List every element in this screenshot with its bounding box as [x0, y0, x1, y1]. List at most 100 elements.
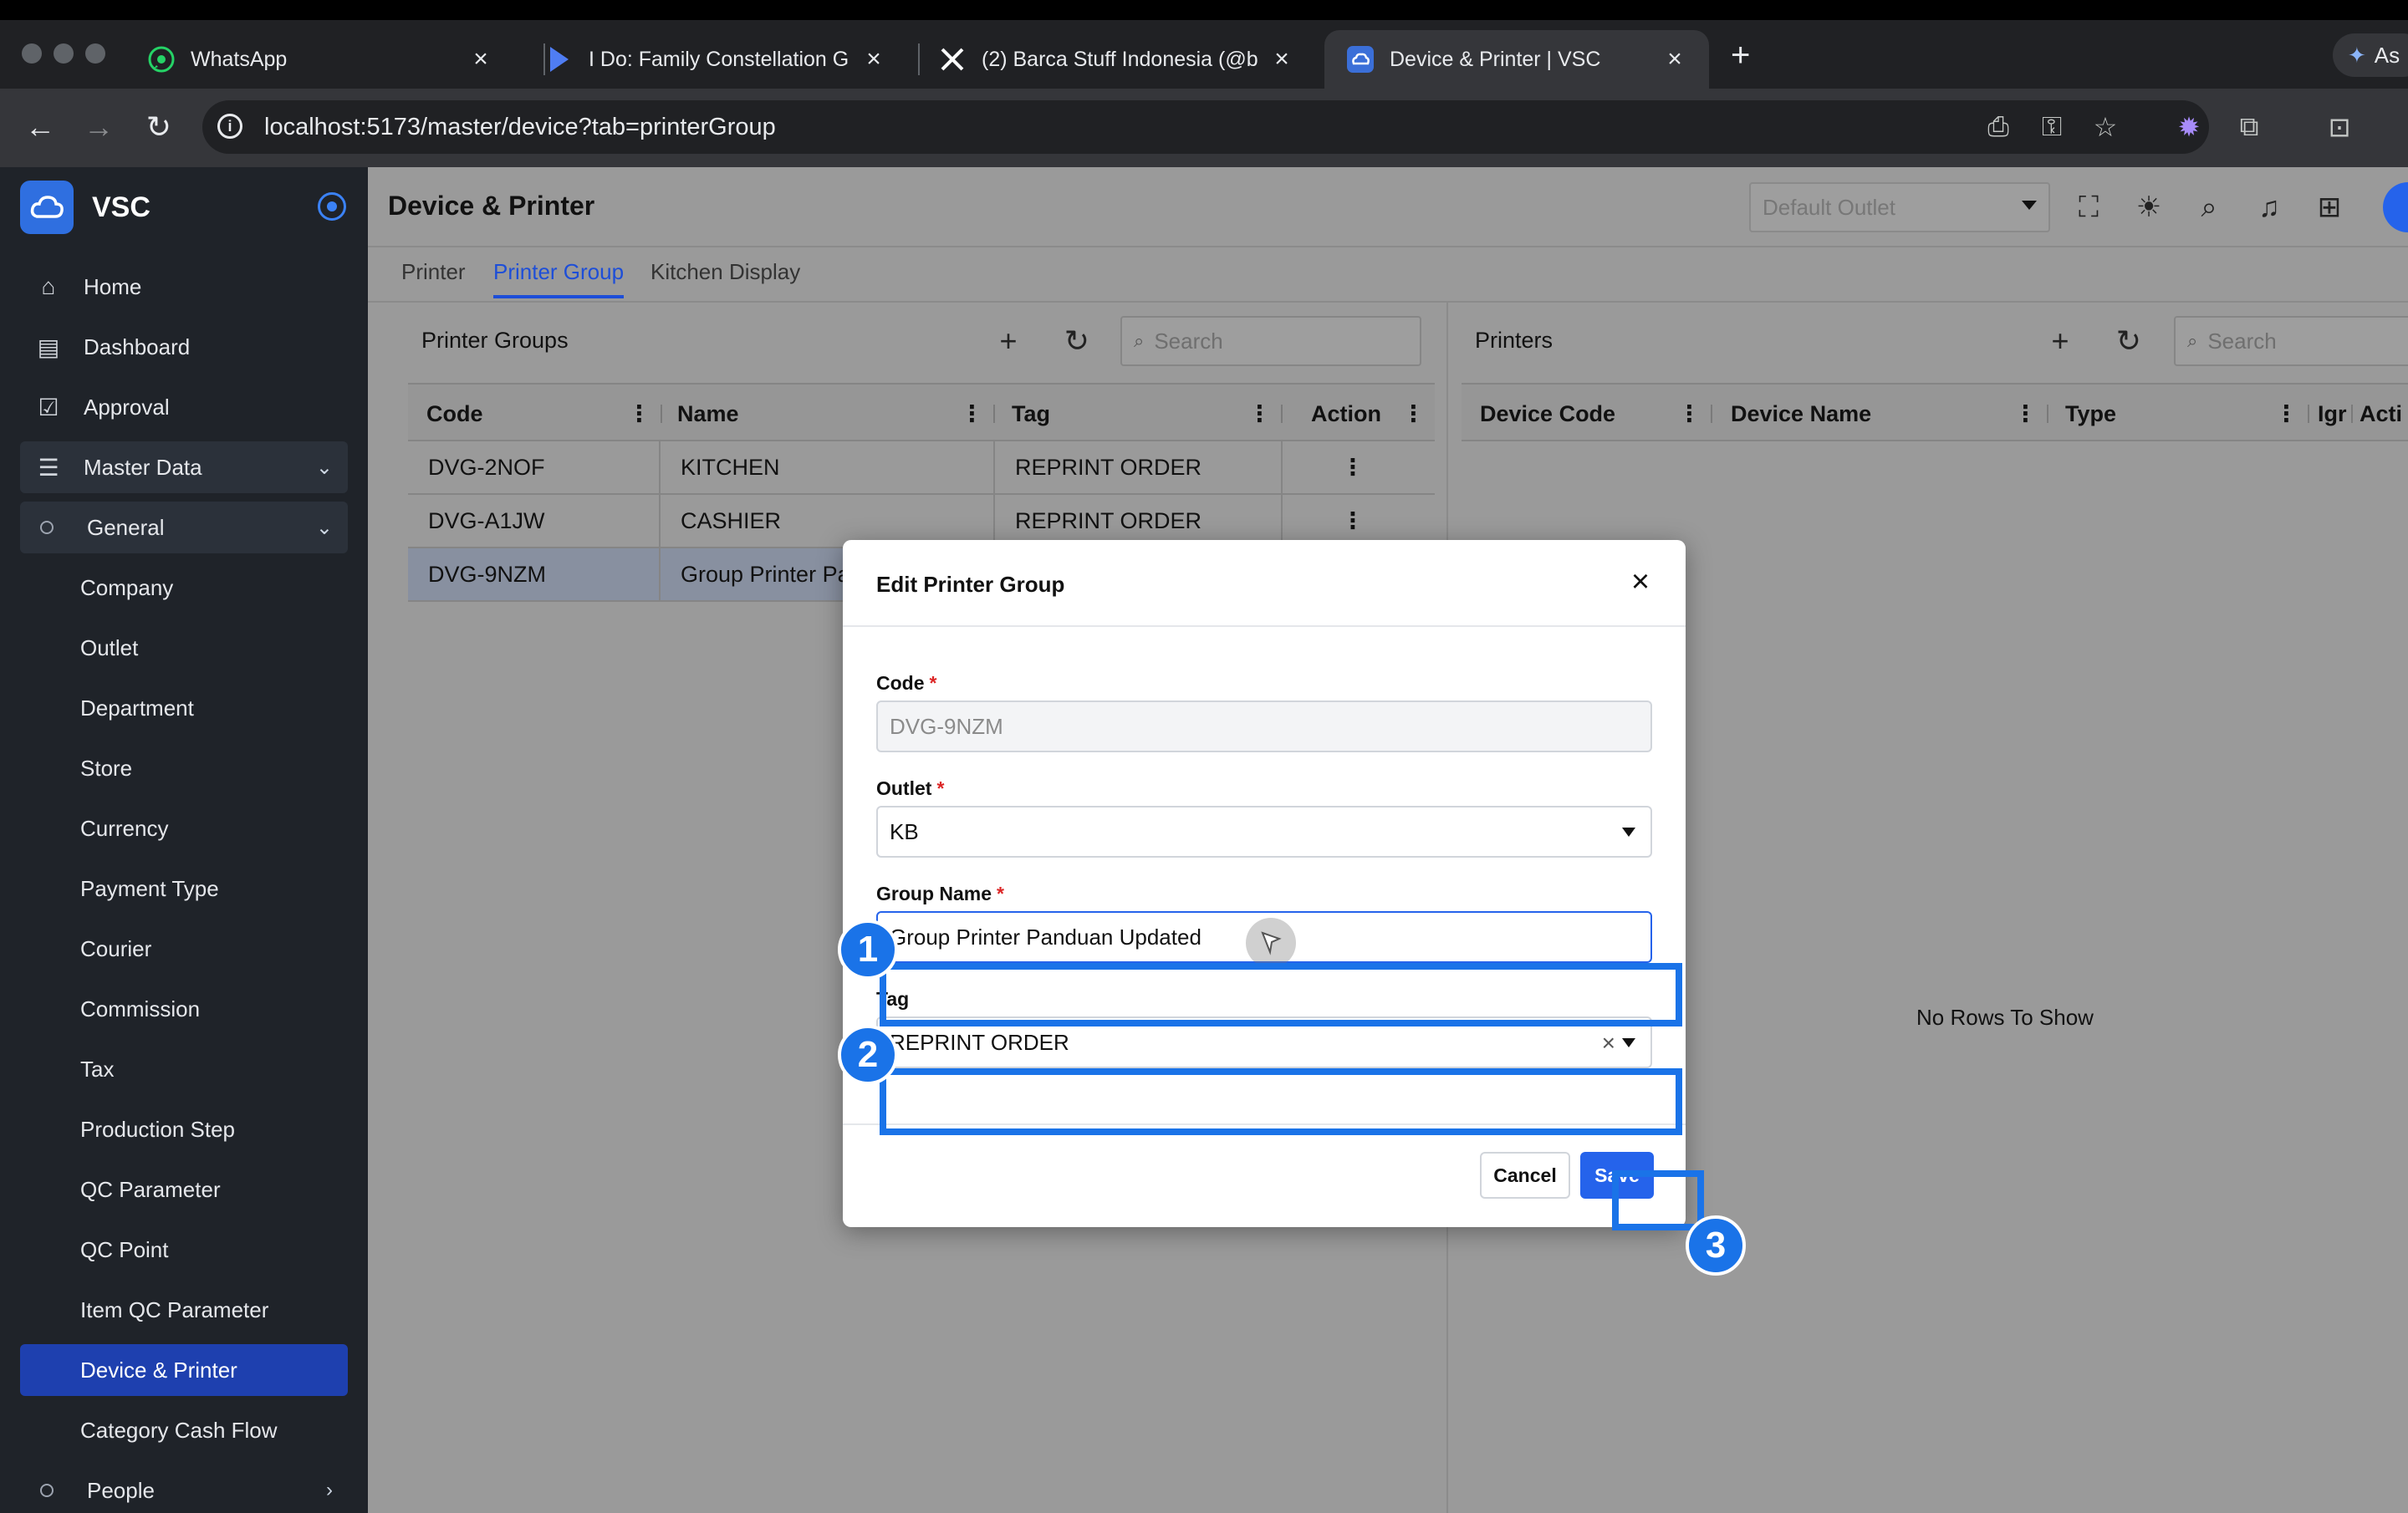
cancel-button[interactable]: Cancel — [1480, 1152, 1570, 1199]
site-info-icon[interactable]: i — [217, 114, 242, 139]
search-icon: ⌕ — [1134, 330, 1145, 351]
avatar[interactable] — [2383, 182, 2408, 232]
clear-icon[interactable]: × — [1602, 1030, 1615, 1057]
whatsapp-icon — [147, 45, 176, 74]
apps-grid-icon[interactable]: ⊞ — [2311, 189, 2348, 226]
close-tab-icon[interactable]: × — [1662, 45, 1687, 74]
add-icon[interactable]: + — [992, 323, 1025, 358]
bookmark-star-icon[interactable]: ☆ — [2089, 110, 2122, 144]
extensions-puzzle-icon[interactable]: ⧉ — [2232, 110, 2266, 144]
column-separator — [1281, 405, 1283, 423]
tab-printer[interactable]: Printer — [401, 259, 466, 295]
tab-kitchen-display[interactable]: Kitchen Display — [650, 259, 800, 295]
sun-icon[interactable]: ☀ — [2130, 189, 2167, 226]
cell-name: CASHIER — [661, 495, 995, 547]
screen-top-strip — [0, 0, 2408, 20]
browser-tab-barca[interactable]: (2) Barca Stuff Indonesia (@b × — [916, 30, 1316, 89]
column-header-tag[interactable]: Tag ⋮ — [1012, 385, 1281, 443]
sidebar-item-item-qc-parameter[interactable]: Item QC Parameter — [20, 1284, 348, 1336]
forward-arrow-icon[interactable]: → — [80, 109, 117, 145]
column-header-igr[interactable]: Igr — [2318, 385, 2351, 443]
new-tab-button[interactable]: + — [1731, 37, 1750, 74]
sidebar-item-store[interactable]: Store — [20, 742, 348, 794]
bell-icon[interactable]: ♫ — [2251, 189, 2288, 226]
printers-search-input[interactable]: ⌕ Search — [2174, 316, 2408, 366]
close-icon[interactable]: × — [1622, 563, 1659, 600]
fullscreen-icon[interactable]: ⛶ — [2070, 189, 2107, 226]
sidebar-pin-toggle[interactable] — [318, 192, 346, 221]
back-arrow-icon[interactable]: ← — [22, 109, 59, 145]
outlet-select[interactable]: Default Outlet — [1749, 182, 2050, 232]
sidebar-item-production-step[interactable]: Production Step — [20, 1103, 348, 1155]
required-mark: * — [997, 883, 1004, 904]
column-menu-icon[interactable]: ⋮ — [628, 401, 650, 427]
browser-tab-family-constellation[interactable]: I Do: Family Constellation Gui × — [523, 30, 908, 89]
sidebar-item-currency[interactable]: Currency — [20, 802, 348, 854]
sidebar-item-qc-point[interactable]: QC Point — [20, 1224, 348, 1276]
dashboard-icon: ▤ — [37, 334, 60, 360]
sidebar-item-home[interactable]: ⌂ Home — [20, 261, 348, 313]
ask-button[interactable]: ✦ As — [2333, 33, 2408, 77]
chevron-right-icon: › — [326, 1479, 333, 1501]
window-minimize-button[interactable] — [54, 43, 74, 64]
install-app-icon[interactable]: ⎙ — [1982, 110, 2015, 144]
refresh-icon[interactable]: ↻ — [2112, 323, 2145, 358]
close-tab-icon[interactable]: × — [861, 45, 886, 74]
home-icon: ⌂ — [41, 273, 56, 299]
table-row[interactable]: DVG-2NOF KITCHEN REPRINT ORDER ⋮ — [408, 441, 1435, 495]
refresh-icon[interactable]: ↻ — [1060, 323, 1094, 358]
column-header-action[interactable]: Acti — [2360, 385, 2408, 443]
column-header-device-code[interactable]: Device Code ⋮ — [1480, 385, 1711, 443]
tab-printer-group[interactable]: Printer Group — [493, 259, 625, 298]
code-field: DVG-9NZM — [876, 700, 1652, 752]
browser-tab-device-printer[interactable]: Device & Printer | VSC × — [1324, 30, 1709, 89]
sidebar-item-category-cash-flow[interactable]: Category Cash Flow — [20, 1404, 348, 1456]
sidebar-item-department[interactable]: Department — [20, 682, 348, 734]
annotation-box-2 — [880, 1068, 1682, 1135]
chevron-down-icon: ⌄ — [315, 456, 333, 479]
browser-tab-whatsapp[interactable]: WhatsApp × — [125, 30, 515, 89]
sidebar-item-general[interactable]: General ⌄ — [20, 502, 348, 553]
sidebar-item-commission[interactable]: Commission — [20, 983, 348, 1035]
column-menu-icon[interactable]: ⋮ — [1678, 401, 1701, 427]
column-menu-icon[interactable]: ⋮ — [1402, 401, 1425, 427]
sidebar-item-device-printer[interactable]: Device & Printer — [20, 1344, 348, 1396]
x-logo-icon — [938, 45, 967, 74]
sidebar-item-people[interactable]: People › — [20, 1465, 348, 1513]
address-bar[interactable]: i localhost:5173/master/device?tab=print… — [202, 100, 2209, 154]
column-menu-icon[interactable]: ⋮ — [1248, 401, 1271, 427]
reload-icon[interactable]: ↻ — [140, 109, 177, 145]
sidebar-item-tax[interactable]: Tax — [20, 1043, 348, 1095]
sidebar-item-payment-type[interactable]: Payment Type — [20, 863, 348, 914]
row-action-kebab-icon[interactable]: ⋮ — [1283, 441, 1423, 493]
sidebar-item-qc-parameter[interactable]: QC Parameter — [20, 1164, 348, 1215]
search-icon: ⌕ — [2187, 330, 2198, 351]
sidebar-item-company[interactable]: Company — [20, 562, 348, 614]
close-tab-icon[interactable]: × — [1269, 45, 1294, 74]
column-menu-icon[interactable]: ⋮ — [961, 401, 983, 427]
column-header-device-name[interactable]: Device Name ⋮ — [1731, 385, 2047, 443]
close-tab-icon[interactable]: × — [468, 45, 493, 74]
sidebar-item-dashboard[interactable]: ▤ Dashboard — [20, 321, 348, 373]
window-close-button[interactable] — [22, 43, 42, 64]
password-key-icon[interactable]: ⚿ — [2035, 110, 2069, 144]
sidebar-item-approval[interactable]: ☑ Approval — [20, 381, 348, 433]
row-action-kebab-icon[interactable]: ⋮ — [1283, 495, 1423, 547]
sidebar-item-courier[interactable]: Courier — [20, 923, 348, 975]
page-header: Device & Printer Default Outlet ⛶ ☀ ⌕ ♫ … — [368, 167, 2408, 247]
extension-gear-icon[interactable]: ✹ — [2172, 110, 2206, 144]
column-menu-icon[interactable]: ⋮ — [2014, 401, 2037, 427]
column-menu-icon[interactable]: ⋮ — [2275, 401, 2298, 427]
outlet-select-field[interactable]: KB — [876, 806, 1652, 858]
sidebar-item-outlet[interactable]: Outlet — [20, 622, 348, 674]
sidebar-item-master-data[interactable]: ☰ Master Data ⌄ — [20, 441, 348, 493]
column-header-code[interactable]: Code ⋮ — [426, 385, 661, 443]
printer-groups-search-input[interactable]: ⌕ Search — [1120, 316, 1421, 366]
column-header-action[interactable]: Action ⋮ — [1311, 385, 1435, 443]
tab-search-icon[interactable]: ⊡ — [2323, 110, 2356, 144]
window-zoom-button[interactable] — [85, 43, 105, 64]
column-header-type[interactable]: Type ⋮ — [2065, 385, 2308, 443]
add-icon[interactable]: + — [2043, 323, 2077, 358]
search-icon[interactable]: ⌕ — [2191, 189, 2227, 226]
column-header-name[interactable]: Name ⋮ — [677, 385, 993, 443]
